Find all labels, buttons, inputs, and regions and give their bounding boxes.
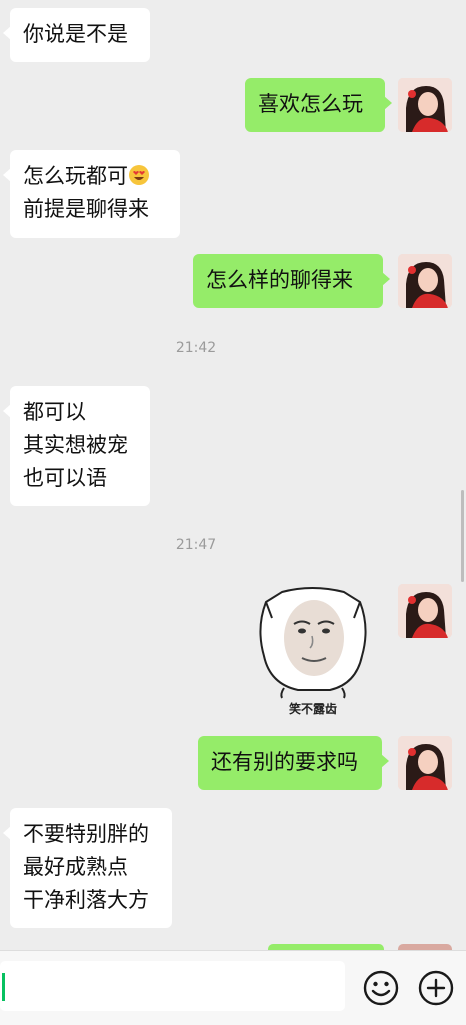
avatar-image	[398, 736, 452, 790]
message-text: 都可以	[23, 400, 86, 424]
message-text: 前提是聊得来	[23, 197, 149, 221]
received-message[interactable]: 都可以 其实想被宠 也可以语	[3, 386, 150, 506]
plus-button-icon[interactable]	[417, 969, 455, 1007]
message-text: 你说是不是	[23, 22, 128, 46]
avatar-image	[398, 254, 452, 308]
message-text: 其实想被宠	[23, 433, 128, 457]
meme-face-sticker	[259, 587, 367, 699]
timestamp: 21:42	[175, 340, 217, 356]
message-text: 喜欢怎么玩	[258, 92, 363, 116]
input-toolbar	[0, 950, 466, 1025]
received-message[interactable]: 怎么玩都可 前提是聊得来	[3, 150, 180, 238]
sent-message[interactable]: 怎么样的聊得来	[193, 254, 390, 308]
message-text: 还有别的要求吗	[211, 750, 358, 774]
message-text: 不要特别胖的	[23, 822, 149, 846]
message-text: 怎么玩都可	[23, 164, 128, 188]
smiling-face-with-heart-eyes-emoji	[129, 165, 149, 185]
message-text: 最好成熟点	[23, 855, 128, 879]
text-cursor	[2, 973, 5, 1001]
message-text: 也可以语	[23, 466, 107, 490]
scrollbar[interactable]	[461, 490, 464, 582]
sent-message[interactable]: 喜欢怎么玩	[245, 78, 392, 132]
user-avatar[interactable]	[398, 584, 452, 638]
received-message[interactable]: 你说是不是	[3, 8, 150, 62]
user-avatar[interactable]	[398, 78, 452, 132]
user-avatar[interactable]	[398, 254, 452, 308]
emoji-button-icon[interactable]	[362, 969, 400, 1007]
sent-message[interactable]: 还有别的要求吗	[198, 736, 389, 790]
timestamp: 21:47	[175, 537, 217, 553]
message-text: 干净利落大方	[23, 888, 149, 912]
avatar-image	[398, 78, 452, 132]
message-input[interactable]	[0, 961, 345, 1011]
message-text: 怎么样的聊得来	[206, 268, 353, 292]
received-message[interactable]: 不要特别胖的 最好成熟点 干净利落大方	[3, 808, 172, 928]
avatar-image	[398, 584, 452, 638]
user-avatar[interactable]	[398, 736, 452, 790]
sticker-caption: 笑不露齿	[288, 702, 337, 716]
